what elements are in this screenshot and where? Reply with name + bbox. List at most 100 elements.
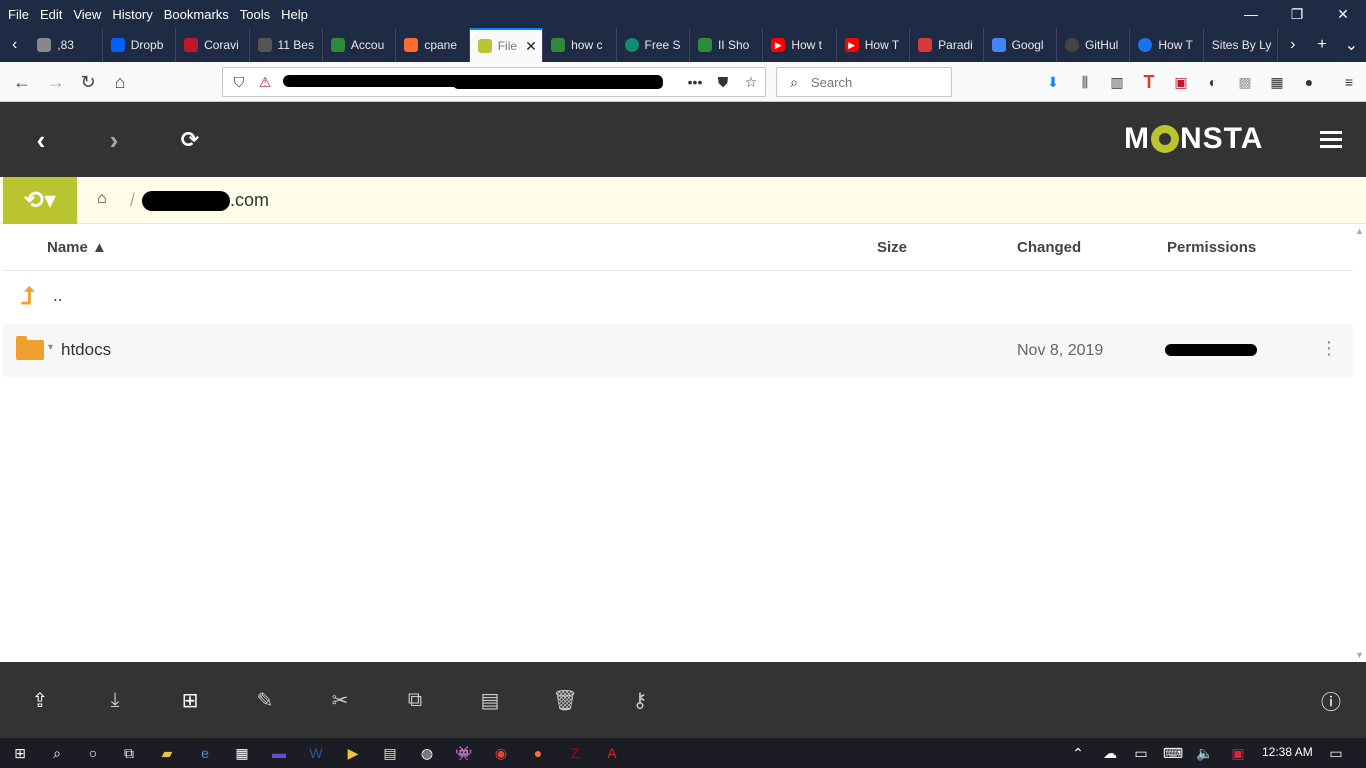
home-icon[interactable]: ⌂ bbox=[108, 70, 132, 94]
shield-icon[interactable]: ⛉ bbox=[229, 72, 249, 92]
tab-file-manager[interactable]: File ✕ bbox=[469, 28, 544, 62]
word-icon[interactable]: W bbox=[306, 743, 326, 763]
permissions-icon[interactable]: ⚷ bbox=[628, 688, 652, 712]
tab-free-s[interactable]: Free S bbox=[617, 28, 690, 62]
extension-t-icon[interactable]: T bbox=[1139, 72, 1159, 92]
refresh-icon[interactable]: ⟳ bbox=[176, 126, 204, 154]
scroll-up-icon[interactable]: ▲ bbox=[1355, 226, 1364, 236]
tab-sho[interactable]: II Sho bbox=[690, 28, 764, 62]
search-icon[interactable]: ⌕ bbox=[47, 743, 67, 763]
app-icon[interactable]: ▬ bbox=[269, 743, 289, 763]
file-list-scrollbar[interactable]: ▲ ▼ bbox=[1353, 224, 1366, 662]
volume-icon[interactable]: 🔈 bbox=[1195, 743, 1215, 763]
tab-scroll-left-icon[interactable]: ‹ bbox=[0, 28, 29, 62]
windows-start-icon[interactable]: ⊞ bbox=[10, 743, 30, 763]
filezilla-icon[interactable]: Z bbox=[565, 743, 585, 763]
history-icon[interactable]: ⟲▾ bbox=[3, 177, 77, 224]
tab-youtube-2[interactable]: ▶ How T bbox=[837, 28, 911, 62]
media-player-icon[interactable]: ▶ bbox=[343, 743, 363, 763]
tab-github[interactable]: GitHul bbox=[1057, 28, 1131, 62]
alien-app-icon[interactable]: 👾 bbox=[454, 743, 474, 763]
menu-tools[interactable]: Tools bbox=[240, 7, 270, 22]
back-icon[interactable]: ← bbox=[10, 70, 34, 94]
file-explorer-icon[interactable]: ▰ bbox=[157, 743, 177, 763]
tray-chevron-icon[interactable]: ⌃ bbox=[1068, 743, 1088, 763]
cut-icon[interactable]: ✂ bbox=[328, 688, 352, 712]
tray-app-icon[interactable]: ▭ bbox=[1131, 743, 1151, 763]
download-icon[interactable]: ⤓ bbox=[103, 688, 127, 712]
downloads-icon[interactable]: ⬇ bbox=[1043, 72, 1063, 92]
table-row[interactable]: ⮥ .. bbox=[3, 271, 1353, 324]
account-icon[interactable]: ● bbox=[1299, 72, 1319, 92]
close-window-button[interactable]: ✕ bbox=[1320, 0, 1366, 28]
browser-menu-icon[interactable]: ≡ bbox=[1339, 72, 1359, 92]
file-name[interactable]: htdocs bbox=[61, 340, 111, 360]
menu-view[interactable]: View bbox=[73, 7, 101, 22]
menu-file[interactable]: File bbox=[8, 7, 29, 22]
tab-0[interactable]: ,83 bbox=[29, 28, 103, 62]
tab-how-t[interactable]: How T bbox=[1130, 28, 1204, 62]
tab-youtube-1[interactable]: ▶ How t bbox=[763, 28, 837, 62]
menu-bookmarks[interactable]: Bookmarks bbox=[164, 7, 229, 22]
keyboard-icon[interactable]: ⌨ bbox=[1163, 743, 1183, 763]
notepad-icon[interactable]: ▤ bbox=[380, 743, 400, 763]
tab-11-best[interactable]: 11 Bes bbox=[250, 28, 323, 62]
tab-coravi[interactable]: Coravi bbox=[176, 28, 250, 62]
tab-scroll-right-icon[interactable]: › bbox=[1278, 28, 1307, 62]
new-tab-icon[interactable]: + bbox=[1307, 28, 1336, 62]
sidebar-icon[interactable]: ▥ bbox=[1107, 72, 1127, 92]
menu-help[interactable]: Help bbox=[281, 7, 308, 22]
notifications-icon[interactable]: ▭ bbox=[1326, 743, 1346, 763]
task-view-icon[interactable]: ⧉ bbox=[119, 743, 139, 763]
paste-icon[interactable]: ▤ bbox=[478, 688, 502, 712]
tab-google[interactable]: Googl bbox=[984, 28, 1057, 62]
firefox-icon[interactable]: ● bbox=[528, 743, 548, 763]
column-changed[interactable]: Changed bbox=[1017, 239, 1081, 256]
table-row[interactable]: ▾ htdocs Nov 8, 2019 ⋮ bbox=[3, 324, 1353, 377]
menu-edit[interactable]: Edit bbox=[40, 7, 62, 22]
edge-icon[interactable]: e bbox=[195, 743, 215, 763]
list-all-tabs-icon[interactable]: ⌄ bbox=[1337, 28, 1366, 62]
edit-icon[interactable]: ✎ bbox=[253, 688, 277, 712]
restore-button[interactable]: ❐ bbox=[1274, 0, 1320, 28]
extension-k-icon[interactable]: ▩ bbox=[1235, 72, 1255, 92]
minimize-button[interactable]: — bbox=[1228, 0, 1274, 28]
file-name[interactable]: .. bbox=[53, 286, 62, 306]
tray-gift-icon[interactable]: ▣ bbox=[1228, 743, 1248, 763]
forward-icon[interactable]: › bbox=[100, 125, 128, 155]
reload-icon[interactable]: ↻ bbox=[76, 70, 100, 94]
breadcrumb-domain[interactable]: .com bbox=[230, 190, 269, 211]
extension-badge-icon[interactable]: ◐ bbox=[1203, 72, 1223, 92]
onedrive-icon[interactable]: ☁ bbox=[1100, 743, 1120, 763]
new-item-icon[interactable]: ⊞ bbox=[178, 688, 202, 712]
delete-icon[interactable]: 🗑 bbox=[552, 688, 577, 712]
home-icon[interactable]: ⌂ bbox=[97, 190, 107, 208]
tab-dropbox[interactable]: Dropb bbox=[103, 28, 177, 62]
tab-paradi[interactable]: Paradi bbox=[910, 28, 984, 62]
taskbar-clock[interactable]: 12:38 AM bbox=[1262, 745, 1313, 759]
library-icon[interactable]: ⫼ bbox=[1075, 72, 1095, 92]
tab-cpanel[interactable]: cpane bbox=[396, 28, 470, 62]
column-size[interactable]: Size bbox=[877, 239, 907, 256]
menu-icon[interactable] bbox=[1320, 131, 1342, 149]
back-icon[interactable]: ‹ bbox=[27, 125, 55, 155]
tab-account[interactable]: Accou bbox=[323, 28, 397, 62]
menu-history[interactable]: History bbox=[112, 7, 152, 22]
acrobat-icon[interactable]: A bbox=[602, 743, 622, 763]
url-bar[interactable]: ⛉ ⚠ ••• ⛊ ☆ bbox=[222, 67, 766, 97]
close-tab-icon[interactable]: ✕ bbox=[525, 38, 537, 55]
extension-grid-icon[interactable]: ▦ bbox=[1267, 72, 1287, 92]
calculator-icon[interactable]: ▦ bbox=[232, 743, 252, 763]
insecure-lock-icon[interactable]: ⚠ bbox=[255, 72, 275, 92]
more-options-icon[interactable]: ⋮ bbox=[1320, 338, 1338, 359]
tab-sites-by[interactable]: Sites By Ly bbox=[1204, 28, 1279, 62]
column-permissions[interactable]: Permissions bbox=[1167, 239, 1256, 256]
extension-pocket-icon[interactable]: ▣ bbox=[1171, 72, 1191, 92]
pocket-icon[interactable]: ⛊ bbox=[713, 72, 733, 92]
chrome-icon[interactable]: ◉ bbox=[491, 743, 511, 763]
column-name[interactable]: Name ▲ bbox=[47, 239, 107, 256]
tab-how-c[interactable]: how c bbox=[543, 28, 617, 62]
copy-icon[interactable]: ⧉ bbox=[403, 688, 427, 712]
chevron-down-icon[interactable]: ▾ bbox=[48, 342, 53, 353]
cortana-icon[interactable]: ○ bbox=[83, 743, 103, 763]
